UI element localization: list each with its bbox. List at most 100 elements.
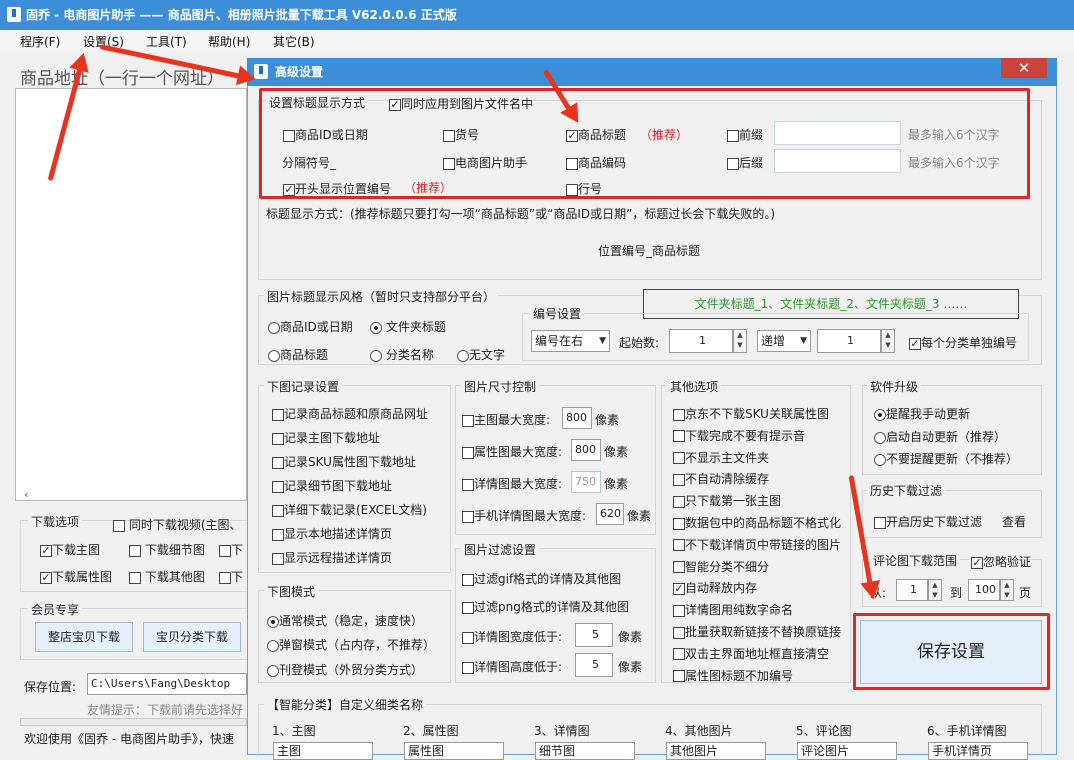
other-option[interactable]: 下载完成不要有提示音 <box>673 427 805 444</box>
style-no-text-radio[interactable]: 无文字 <box>457 346 505 363</box>
smart-category-input[interactable]: 其他图片 <box>666 742 766 760</box>
number-order-select[interactable]: 递增 <box>757 330 811 352</box>
start-number-input[interactable]: 1 <box>669 329 733 353</box>
style-product-title-radio[interactable]: 商品标题 <box>268 346 328 363</box>
checkbox[interactable] <box>673 495 685 508</box>
mode-normal-radio[interactable]: 通常模式（稳定，速度快） <box>267 612 423 629</box>
checkbox[interactable] <box>40 544 52 557</box>
checkbox[interactable] <box>219 544 231 557</box>
review-from-spinner[interactable]: ▲ ▼ <box>928 579 942 601</box>
menu-help[interactable]: 帮助(H) <box>208 33 250 50</box>
app-name-option[interactable]: 电商图片助手 <box>443 154 527 171</box>
shop-download-button[interactable]: 整店宝贝下载 <box>35 622 133 652</box>
main-width-input[interactable]: 800 <box>562 407 592 429</box>
other-option[interactable]: 不显示主文件夹 <box>673 449 769 466</box>
radio[interactable] <box>457 349 469 362</box>
record-option[interactable]: 显示远程描述详情页 <box>272 549 392 566</box>
checkbox[interactable] <box>673 473 685 486</box>
checkbox[interactable] <box>462 414 474 427</box>
other-option[interactable]: 双击主界面地址框直接清空 <box>673 645 829 662</box>
download-main-option[interactable]: 下载主图 <box>40 541 100 558</box>
record-option[interactable]: 记录商品标题和原商品网址 <box>272 405 428 422</box>
other-option[interactable]: 京东不下载SKU关联属性图 <box>673 405 829 422</box>
save-location-input[interactable]: C:\Users\Fang\Desktop <box>87 673 247 695</box>
upgrade-auto-radio[interactable]: 启动自动更新（推荐） <box>874 428 1006 445</box>
prefix-option[interactable]: 前缀 <box>727 126 763 143</box>
checkbox[interactable] <box>462 601 474 614</box>
other-option[interactable]: 详情图用纯数字命名 <box>673 601 793 618</box>
download-detail-option[interactable]: 下载细节图 <box>129 541 205 558</box>
radio[interactable] <box>267 664 279 677</box>
smart-category-input[interactable]: 属性图 <box>404 742 504 760</box>
checkbox[interactable] <box>673 604 685 617</box>
checkbox[interactable] <box>673 582 685 595</box>
checkbox[interactable] <box>673 539 685 552</box>
checkbox[interactable] <box>673 561 685 574</box>
download-option-truncated[interactable]: 下 <box>219 568 243 585</box>
filter-width-input[interactable]: 5 <box>575 623 613 647</box>
radio[interactable] <box>370 321 382 334</box>
attr-width-option[interactable]: 属性图最大宽度: <box>462 443 562 460</box>
checkbox[interactable] <box>673 408 685 421</box>
url-textarea[interactable] <box>15 88 247 501</box>
step-number-spinner[interactable]: ▲ ▼ <box>881 329 895 353</box>
checkbox[interactable] <box>272 432 284 445</box>
ignore-verify-option[interactable]: 忽略验证 <box>971 553 1031 570</box>
checkbox[interactable] <box>673 452 685 465</box>
upgrade-manual-radio[interactable]: 提醒我手动更新 <box>874 405 970 422</box>
history-view-link[interactable]: 查看 <box>1002 513 1026 530</box>
row-no-option[interactable]: 行号 <box>566 180 602 197</box>
checkbox[interactable] <box>971 556 983 569</box>
mobile-width-input[interactable]: 620 <box>596 503 624 525</box>
product-id-date-option[interactable]: 商品ID或日期 <box>283 126 368 143</box>
checkbox[interactable] <box>566 183 578 196</box>
menu-other[interactable]: 其它(B) <box>273 33 315 50</box>
checkbox[interactable] <box>874 516 886 529</box>
checkbox[interactable] <box>462 510 474 523</box>
scroll-left-icon[interactable]: ‹ <box>24 488 28 501</box>
other-option[interactable]: 自动释放内存 <box>673 579 757 596</box>
checkbox[interactable] <box>272 528 284 541</box>
menu-tools[interactable]: 工具(T) <box>146 33 187 50</box>
smart-category-input[interactable]: 主图 <box>273 742 373 760</box>
checkbox[interactable] <box>462 573 474 586</box>
other-option[interactable]: 批量获取新链接不替换原链接 <box>673 623 841 640</box>
record-option[interactable]: 详细下载记录(EXCEL文档) <box>272 501 427 518</box>
mobile-width-option[interactable]: 手机详情图最大宽度: <box>462 507 586 524</box>
other-option[interactable]: 属性图标题不加编号 <box>673 667 793 684</box>
attr-width-input[interactable]: 800 <box>571 439 601 461</box>
record-option[interactable]: 记录细节图下载地址 <box>272 477 392 494</box>
suffix-input[interactable] <box>774 149 901 173</box>
checkbox[interactable] <box>129 544 141 557</box>
checkbox[interactable] <box>272 456 284 469</box>
radio[interactable] <box>268 321 280 334</box>
radio[interactable] <box>874 431 886 444</box>
record-option[interactable]: 记录SKU属性图下载地址 <box>272 453 416 470</box>
checkbox[interactable] <box>443 129 455 142</box>
category-download-button[interactable]: 宝贝分类下载 <box>143 622 241 652</box>
filter-gif-option[interactable]: 过滤gif格式的详情及其他图 <box>462 570 621 587</box>
checkbox[interactable] <box>566 157 578 170</box>
checkbox[interactable] <box>462 478 474 491</box>
checkbox[interactable] <box>673 648 685 661</box>
mode-publish-radio[interactable]: 刊登模式（外贸分类方式） <box>267 661 423 678</box>
checkbox[interactable] <box>462 631 474 644</box>
per-category-option[interactable]: 每个分类单独编号 <box>909 334 1017 351</box>
filter-height-input[interactable]: 5 <box>575 653 613 677</box>
detail-width-option[interactable]: 详情图最大宽度: <box>462 475 562 492</box>
checkbox[interactable] <box>673 430 685 443</box>
checkbox[interactable] <box>272 504 284 517</box>
checkbox[interactable] <box>389 98 401 111</box>
review-to-input[interactable]: 100 <box>968 579 1000 601</box>
download-attr-option[interactable]: 下载属性图 <box>40 568 112 585</box>
checkbox[interactable] <box>283 183 295 196</box>
start-number-spinner[interactable]: ▲ ▼ <box>733 329 747 353</box>
record-option[interactable]: 记录主图下载地址 <box>272 429 380 446</box>
checkbox[interactable] <box>219 571 231 584</box>
radio[interactable] <box>874 453 886 466</box>
other-option[interactable]: 只下载第一张主图 <box>673 492 781 509</box>
checkbox[interactable] <box>272 480 284 493</box>
checkbox[interactable] <box>272 552 284 565</box>
radio[interactable] <box>874 408 886 421</box>
detail-width-input[interactable]: 750 <box>571 471 601 493</box>
